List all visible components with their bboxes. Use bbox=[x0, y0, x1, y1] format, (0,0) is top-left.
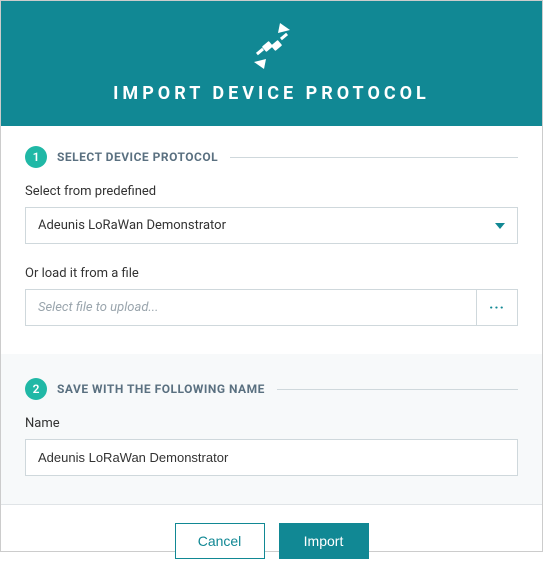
step2-number: 2 bbox=[25, 378, 47, 400]
ellipsis-icon: ··· bbox=[489, 300, 505, 316]
step2-header: 2 SAVE WITH THE FOLLOWING NAME bbox=[25, 378, 518, 400]
step1-title: SELECT DEVICE PROTOCOL bbox=[57, 150, 218, 164]
step-divider bbox=[230, 157, 518, 158]
predefined-label: Select from predefined bbox=[25, 184, 518, 199]
step2-title: SAVE WITH THE FOLLOWING NAME bbox=[57, 382, 265, 396]
predefined-select[interactable]: Adeunis LoRaWan Demonstrator bbox=[25, 207, 518, 244]
predefined-select-value: Adeunis LoRaWan Demonstrator bbox=[38, 218, 226, 233]
step1-number: 1 bbox=[25, 146, 47, 168]
chevron-down-icon bbox=[495, 223, 505, 229]
name-input[interactable] bbox=[25, 439, 518, 476]
dialog-content: 1 SELECT DEVICE PROTOCOL Select from pre… bbox=[1, 126, 542, 504]
import-button[interactable]: Import bbox=[279, 523, 369, 559]
file-label: Or load it from a file bbox=[25, 266, 518, 281]
step-divider bbox=[277, 389, 518, 390]
step1-header: 1 SELECT DEVICE PROTOCOL bbox=[25, 146, 518, 168]
import-protocol-icon bbox=[244, 21, 300, 75]
cancel-button[interactable]: Cancel bbox=[175, 523, 265, 559]
file-browse-button[interactable]: ··· bbox=[476, 289, 518, 326]
step2-section: 2 SAVE WITH THE FOLLOWING NAME Name bbox=[1, 354, 542, 504]
dialog-header: IMPORT DEVICE PROTOCOL bbox=[1, 1, 542, 126]
dialog-footer: Cancel Import bbox=[1, 504, 542, 577]
file-upload-input[interactable]: Select file to upload... bbox=[25, 289, 476, 326]
dialog-title: IMPORT DEVICE PROTOCOL bbox=[1, 83, 542, 104]
name-label: Name bbox=[25, 416, 518, 431]
